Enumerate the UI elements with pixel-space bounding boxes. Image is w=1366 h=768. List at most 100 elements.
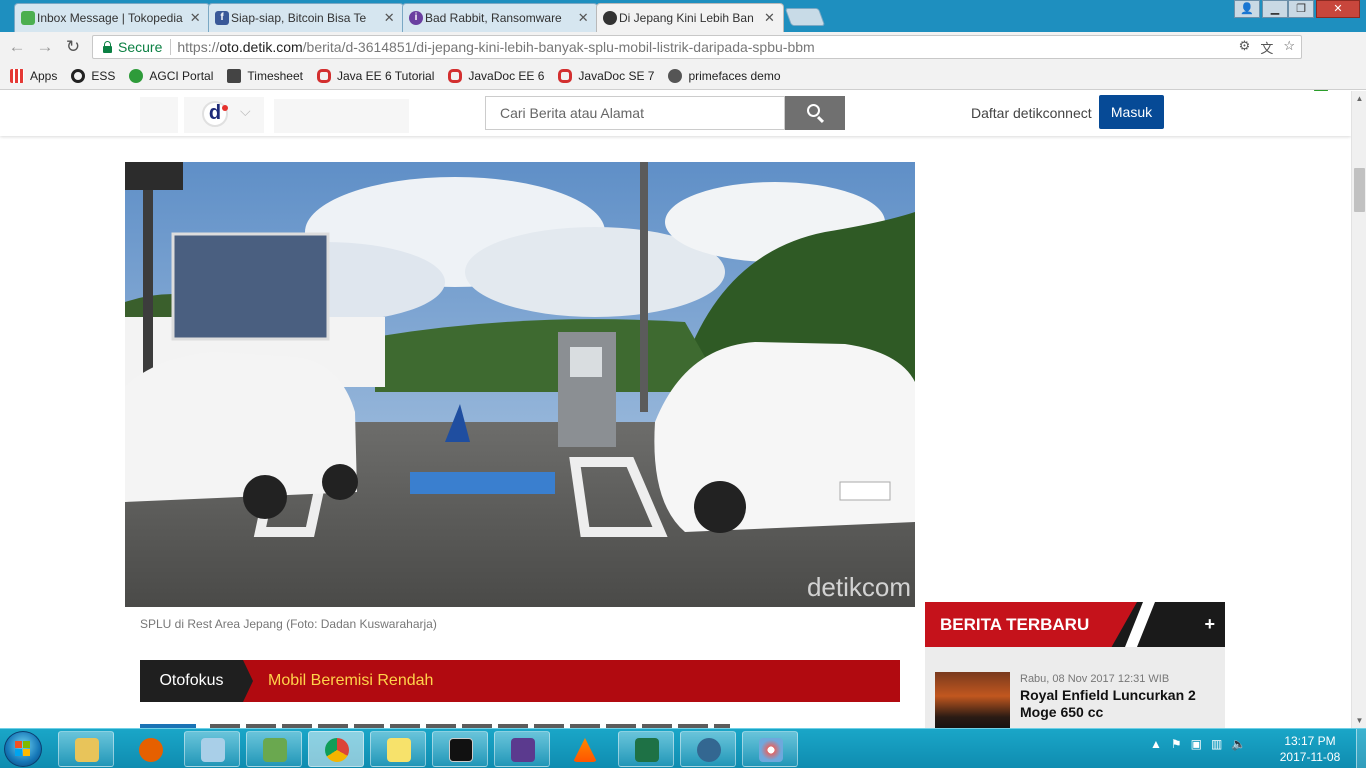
bookmark-javadoc-ee-6[interactable]: JavaDoc EE 6 xyxy=(448,68,545,83)
bookmark-apps[interactable]: Apps xyxy=(10,68,58,83)
chevron-down-icon[interactable]: ⌵ xyxy=(240,103,251,120)
translate-icon[interactable]: 文 xyxy=(1260,38,1273,57)
java-ee-ide-icon xyxy=(511,738,535,762)
action-center-flag-icon[interactable]: ⚑ xyxy=(1171,737,1182,751)
url-protocol: https:// xyxy=(177,39,220,55)
system-clock[interactable]: 13:17 PM 2017-11-08 xyxy=(1270,733,1350,765)
oracle-icon xyxy=(558,68,573,83)
scroll-up-icon[interactable]: ▲ xyxy=(1352,91,1366,106)
show-desktop-button[interactable] xyxy=(1356,729,1366,768)
show-hidden-icons-icon[interactable]: ▲ xyxy=(1150,737,1162,751)
clock-time: 13:17 PM xyxy=(1284,734,1336,748)
info-icon: i xyxy=(409,11,423,25)
login-button[interactable]: Masuk xyxy=(1099,95,1164,129)
clock-date: 2017-11-08 xyxy=(1279,750,1341,764)
reload-button[interactable]: ↻ xyxy=(62,37,84,57)
omnibox-actions: ⚙ 文 ☆ xyxy=(1239,38,1295,57)
system-tray: ▲ ⚑ ▣ ▥ 🔈 xyxy=(1150,737,1246,751)
taskbar-excel[interactable] xyxy=(618,731,674,767)
register-link[interactable]: Daftar detikconnect xyxy=(971,105,1092,121)
bookmark-java-ee-6-tutorial[interactable]: Java EE 6 Tutorial xyxy=(316,68,434,83)
bookmark-primefaces-demo[interactable]: primefaces demo xyxy=(668,68,781,83)
photo-caption: SPLU di Rest Area Jepang (Foto: Dadan Ku… xyxy=(140,617,437,631)
news-date: Rabu, 08 Nov 2017 12:31 WIB xyxy=(1020,673,1170,685)
blocked-content-icon[interactable]: ⚙ xyxy=(1239,38,1251,57)
berita-terbaru-list: Rabu, 08 Nov 2017 12:31 WIB Royal Enfiel… xyxy=(925,647,1225,728)
scroll-down-icon[interactable]: ▼ xyxy=(1352,713,1366,728)
tab-title: Siap-siap, Bitcoin Bisa Te xyxy=(231,11,367,25)
facebook-share-icon[interactable] xyxy=(140,97,178,133)
folder-icon xyxy=(75,738,99,762)
taskbar-chrome[interactable] xyxy=(308,731,364,767)
taskbar-java-ee-ide[interactable] xyxy=(494,731,550,767)
otofokus-bar[interactable]: Otofokus Mobil Beremisi Rendah xyxy=(140,660,900,702)
maximize-button[interactable]: ❐ xyxy=(1288,0,1314,18)
network-icon[interactable]: ▥ xyxy=(1211,737,1222,751)
bookmark-star-icon[interactable]: ☆ xyxy=(1283,38,1295,57)
bookmark-agci-portal[interactable]: AGCI Portal xyxy=(129,68,214,83)
article-photo: detikcom xyxy=(125,162,915,607)
scroll-thumb[interactable] xyxy=(1354,168,1365,212)
tab-di-jepang[interactable]: Di Jepang Kini Lebih Ban ✕ xyxy=(596,3,784,32)
new-tab-button[interactable] xyxy=(784,8,826,26)
berita-terbaru-header: BERITA TERBARU + xyxy=(925,602,1225,647)
taskbar-explorer[interactable] xyxy=(58,731,114,767)
expand-plus-icon[interactable]: + xyxy=(1204,602,1215,647)
address-bar[interactable]: Secure https:// oto.detik.com /berita/d-… xyxy=(92,35,1302,59)
device-icon[interactable]: ▣ xyxy=(1191,737,1202,751)
bookmark-label: Timesheet xyxy=(247,68,303,83)
forward-button[interactable]: → xyxy=(34,37,56,57)
postgres-elephant-icon xyxy=(697,738,721,762)
bookmark-label: JavaDoc EE 6 xyxy=(468,68,545,83)
timesheet-icon xyxy=(227,68,242,83)
oracle-icon xyxy=(448,68,463,83)
minimize-button[interactable]: ▁ xyxy=(1262,0,1288,18)
close-icon[interactable]: ✕ xyxy=(383,10,395,26)
news-thumbnail[interactable] xyxy=(935,672,1010,728)
taskbar-paint[interactable] xyxy=(742,731,798,767)
bookmark-ess[interactable]: ESS xyxy=(71,68,115,83)
notepad-icon xyxy=(201,738,225,762)
search-button[interactable] xyxy=(785,96,845,130)
volume-icon[interactable]: 🔈 xyxy=(1231,737,1246,751)
close-window-button[interactable]: ✕ xyxy=(1316,0,1360,18)
detik-logo[interactable]: d xyxy=(202,101,228,127)
taskbar-chart-app[interactable] xyxy=(246,731,302,767)
bookmark-label: primefaces demo xyxy=(688,68,781,83)
taskbar-firefox[interactable] xyxy=(122,731,178,767)
start-button[interactable] xyxy=(4,731,42,767)
browser-tab-bar: Inbox Message | Tokopedia ✕ f Siap-siap,… xyxy=(0,0,1366,32)
divider xyxy=(170,39,172,55)
faded-menu xyxy=(274,99,409,133)
photo-watermark: detikcom xyxy=(806,572,911,602)
primefaces-icon xyxy=(668,68,683,83)
bookmark-label: AGCI Portal xyxy=(149,68,214,83)
close-icon[interactable]: ✕ xyxy=(577,10,589,26)
news-headline-link[interactable]: Royal Enfield Luncurkan 2 Moge 650 cc xyxy=(1020,687,1215,721)
otofokus-topic-link[interactable]: Mobil Beremisi Rendah xyxy=(268,660,433,702)
close-icon[interactable]: ✕ xyxy=(764,10,775,26)
section-title: BERITA TERBARU xyxy=(940,615,1090,634)
page-viewport: d ⌵ Cari Berita atau Alamat Daftar detik… xyxy=(0,91,1351,728)
taskbar-postgres[interactable] xyxy=(680,731,736,767)
taskbar-cmd[interactable] xyxy=(432,731,488,767)
search-icon-handle xyxy=(816,115,825,124)
taskbar-notepad[interactable] xyxy=(184,731,240,767)
user-profile-button[interactable]: 👤 xyxy=(1234,0,1260,18)
tab-bad-rabbit[interactable]: i Bad Rabbit, Ransomware ✕ xyxy=(402,3,598,32)
page-scrollbar[interactable]: ▲ ▼ xyxy=(1351,91,1366,728)
taskbar-vlc[interactable] xyxy=(556,731,612,767)
lock-icon xyxy=(103,40,112,53)
bookmark-label: Apps xyxy=(30,68,58,83)
secure-label: Secure xyxy=(118,39,163,55)
close-icon[interactable]: ✕ xyxy=(189,10,201,26)
taskbar-sticky-notes[interactable] xyxy=(370,731,426,767)
bookmark-javadoc-se-7[interactable]: JavaDoc SE 7 xyxy=(558,68,654,83)
bookmark-timesheet[interactable]: Timesheet xyxy=(227,68,303,83)
chrome-icon xyxy=(325,738,349,762)
search-input[interactable]: Cari Berita atau Alamat xyxy=(485,96,785,130)
back-button[interactable]: ← xyxy=(6,37,28,57)
oracle-icon xyxy=(316,68,331,83)
tab-inbox-tokopedia[interactable]: Inbox Message | Tokopedia ✕ xyxy=(14,3,210,32)
tab-bitcoin[interactable]: f Siap-siap, Bitcoin Bisa Te ✕ xyxy=(208,3,404,32)
